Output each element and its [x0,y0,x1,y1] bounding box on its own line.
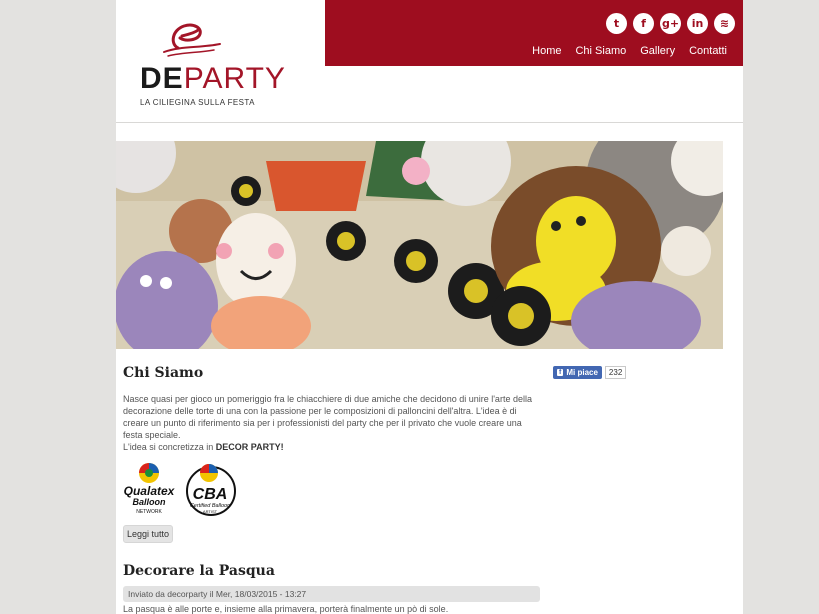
svg-text:NETWORK: NETWORK [136,509,162,515]
post-excerpt: La pasqua è alle porte e, insieme alla p… [123,604,449,614]
logo-wordmark: DEPARTY [140,64,286,94]
google-plus-icon[interactable]: g+ [660,13,681,34]
banner-illustration [116,141,723,349]
about-title: Chi Siamo [123,365,204,381]
logo-mark-icon [163,23,221,57]
svg-text:Balloon: Balloon [133,497,167,507]
facebook-like-widget: f Mi piace 232 [553,366,627,379]
nav-gallery[interactable]: Gallery [640,45,675,57]
read-more-button[interactable]: Leggi tutto [123,525,174,543]
svg-text:Qualatex: Qualatex [124,484,175,498]
partner-badges: Qualatex Balloon NETWORK CBA Certified B… [123,461,543,517]
facebook-icon: f [557,369,564,376]
site-header: DEPARTY LA CILIEGINA SULLA FESTA t f g+ … [116,0,743,123]
nav-contatti[interactable]: Contatti [689,45,727,57]
about-line-prefix: L'idea si concretizza in [123,442,216,452]
rss-icon[interactable]: ≋ [714,13,735,34]
svg-text:ARTIST: ARTIST [203,509,218,514]
main-nav: Home Chi Siamo Gallery Contatti [532,45,727,57]
site-logo[interactable]: DEPARTY LA CILIEGINA SULLA FESTA [138,18,285,110]
about-section: Chi Siamo Nasce quasi per gioco un pomer… [123,365,543,543]
facebook-icon[interactable]: f [633,13,654,34]
post-title[interactable]: Decorare la Pasqua [123,563,275,579]
facebook-like-count: 232 [604,366,627,379]
logo-tagline: LA CILIEGINA SULLA FESTA [140,98,255,107]
about-line-bold: DECOR PARTY! [215,442,284,452]
nav-chi-siamo[interactable]: Chi Siamo [575,45,626,57]
logo-word-party: PARTY [183,62,286,95]
page-container: DEPARTY LA CILIEGINA SULLA FESTA t f g+ … [116,0,743,614]
linkedin-icon[interactable]: in [687,13,708,34]
qualatex-logo: Qualatex Balloon NETWORK [124,463,175,515]
logo-word-de: DE [140,62,184,95]
hero-banner-image [116,141,723,349]
about-line: L'idea si concretizza in DECOR PARTY! [123,441,543,453]
cba-logo: CBA Certified Balloon ARTIST [186,464,236,516]
nav-home[interactable]: Home [532,45,561,57]
header-red-bar: t f g+ in ≋ Home Chi Siamo Gallery Conta… [325,0,743,66]
post-meta: Inviato da decorparty il Mer, 18/03/2015… [123,586,540,602]
about-body: Nasce quasi per gioco un pomeriggio fra … [123,394,532,440]
social-links: t f g+ in ≋ [606,13,735,34]
twitter-icon[interactable]: t [606,13,627,34]
facebook-like-label: Mi piace [566,368,598,377]
facebook-like-button[interactable]: f Mi piace [553,366,602,379]
svg-text:CBA: CBA [193,486,228,503]
